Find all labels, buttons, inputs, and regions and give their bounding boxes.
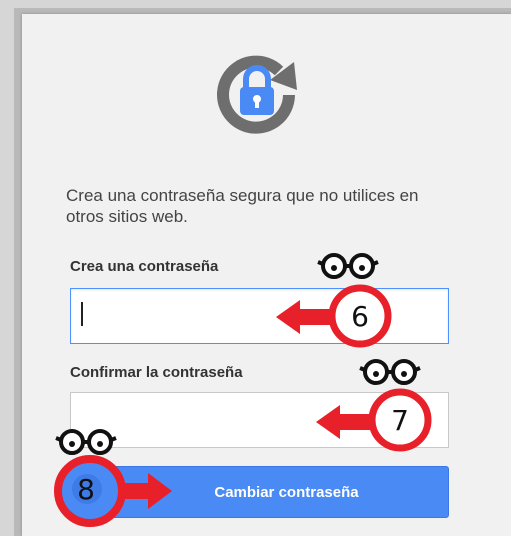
arrow-left-icon	[276, 300, 330, 334]
text-caret	[81, 302, 83, 326]
intro-text: Crea una contraseña segura que no utilic…	[66, 186, 419, 226]
lock-refresh-icon	[196, 50, 316, 140]
arrow-left-icon	[316, 405, 372, 439]
arrow-right-icon	[120, 473, 172, 509]
confirm-password-label: Confirmar la contraseña	[70, 364, 243, 381]
step-number-8: 8	[77, 473, 95, 506]
eyeglasses-icon	[359, 359, 421, 385]
annotation-step-8: 8	[40, 425, 180, 536]
eyeglasses-icon	[55, 429, 117, 455]
step-number-6: 6	[351, 300, 369, 333]
eyeglasses-icon	[317, 253, 379, 279]
step-number-7: 7	[391, 404, 409, 437]
annotation-step-6: 6	[270, 250, 400, 350]
password-label: Crea una contraseña	[70, 258, 219, 275]
annotation-step-7: 7	[310, 356, 440, 456]
